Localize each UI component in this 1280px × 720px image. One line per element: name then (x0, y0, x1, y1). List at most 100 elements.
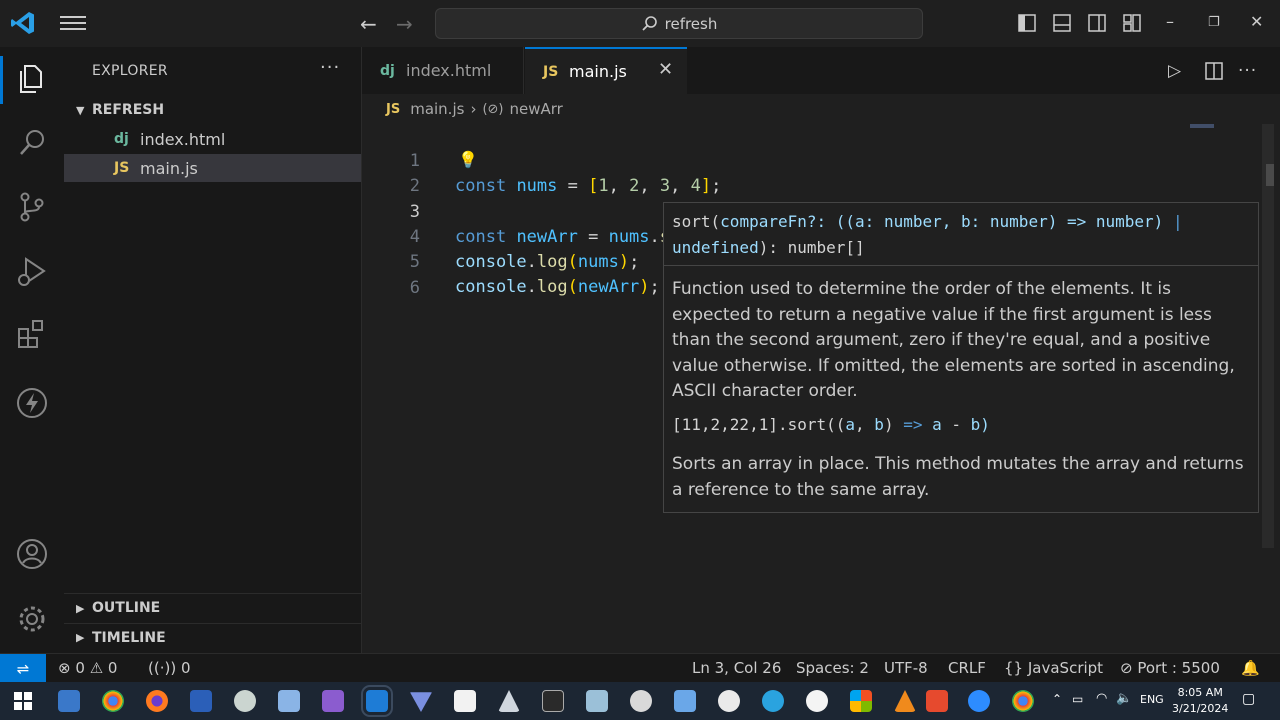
problems-indicator[interactable]: ⊗ 0 ⚠ 0 (58, 659, 117, 677)
vscode-taskbar-icon[interactable] (361, 685, 393, 717)
encoding[interactable]: UTF-8 (884, 659, 928, 677)
chevron-down-icon: ▼ (76, 103, 85, 117)
lightning-icon[interactable] (14, 385, 50, 421)
minimap[interactable] (1190, 124, 1214, 128)
forward-arrow-icon[interactable]: → (396, 12, 413, 36)
extensions-icon[interactable] (14, 317, 50, 353)
notification-center-icon[interactable]: ▢ (1242, 691, 1255, 707)
chrome-icon[interactable] (102, 690, 124, 712)
vertical-scrollbar[interactable] (1262, 124, 1274, 548)
live-server-port[interactable]: ⊘ Port : 5500 (1120, 659, 1220, 677)
app-icon-steering[interactable] (806, 690, 828, 712)
document-icon[interactable] (454, 690, 476, 712)
account-icon[interactable] (14, 536, 50, 572)
editor-tabs: dj index.html JS main.js ✕ ▷ ··· (362, 47, 1280, 94)
title-bar: ← → refresh – ❐ ✕ (0, 0, 1280, 47)
vlc-icon[interactable] (894, 690, 916, 712)
menu-icon[interactable] (60, 12, 86, 34)
windows-start-icon[interactable] (12, 690, 34, 712)
scrollbar-thumb[interactable] (1266, 164, 1274, 186)
folder-label: REFRESH (92, 102, 165, 118)
file-index-html[interactable]: dj index.html (64, 125, 361, 153)
wifi-icon[interactable]: ◠ (1096, 691, 1107, 706)
visual-studio-icon[interactable] (322, 690, 344, 712)
command-center-search[interactable]: refresh (435, 8, 923, 39)
search-text: refresh (664, 14, 718, 33)
django-file-icon: dj (114, 131, 129, 147)
settings-gear-icon[interactable] (14, 601, 50, 637)
indentation[interactable]: Spaces: 2 (796, 659, 869, 677)
language-mode[interactable]: {} JavaScript (1004, 659, 1103, 677)
github-icon[interactable] (718, 690, 740, 712)
chrome-profile-icon[interactable] (1012, 690, 1034, 712)
app-icon-notes[interactable] (586, 690, 608, 712)
variable-symbol-icon: (⊘) (482, 101, 504, 117)
file-label: main.js (140, 158, 198, 178)
outline-section[interactable]: ▶ OUTLINE (64, 594, 361, 622)
microsoft-icon[interactable] (850, 690, 872, 712)
run-debug-icon[interactable] (14, 253, 50, 289)
close-icon[interactable]: ✕ (1250, 12, 1263, 31)
firefox-icon[interactable] (146, 690, 168, 712)
line-ending[interactable]: CRLF (948, 659, 986, 677)
restore-icon[interactable]: ❐ (1208, 15, 1220, 30)
more-actions-icon[interactable]: ··· (320, 57, 340, 78)
folder-refresh[interactable]: ▼ REFRESH (64, 96, 361, 124)
toggle-panel-icon[interactable] (1052, 13, 1072, 33)
braces-icon: {} (1004, 659, 1024, 677)
search-icon[interactable] (14, 125, 50, 161)
breadcrumb-file[interactable]: main.js (410, 100, 464, 118)
toggle-sidebar-icon[interactable] (1017, 13, 1037, 33)
file-app-icon[interactable] (278, 690, 300, 712)
broadcast-icon: ((·)) (148, 659, 177, 677)
app-icon-vite[interactable] (410, 692, 432, 712)
run-file-icon[interactable]: ▷ (1168, 61, 1181, 81)
doc-text: Function used to determine the order of … (672, 279, 1235, 401)
terminal-icon[interactable] (542, 690, 564, 712)
file-main-js[interactable]: JS main.js (64, 154, 361, 182)
explorer-icon[interactable] (14, 61, 50, 97)
source-control-icon[interactable] (14, 189, 50, 225)
lightbulb-icon[interactable]: 💡 (458, 150, 478, 169)
customize-layout-icon[interactable] (1122, 13, 1142, 33)
remote-indicator-icon[interactable]: ⇌ (0, 654, 46, 683)
split-editor-icon[interactable] (1205, 62, 1223, 80)
minimize-icon[interactable]: – (1166, 12, 1174, 31)
cursor-position[interactable]: Ln 3, Col 26 (692, 659, 781, 677)
js-file-icon: JS (114, 160, 130, 176)
ports-count: 0 (180, 659, 191, 677)
telegram-icon[interactable] (762, 690, 784, 712)
notifications-bell-icon[interactable]: 🔔 (1241, 659, 1260, 677)
toggle-secondary-sidebar-icon[interactable] (1087, 13, 1107, 33)
ports-indicator[interactable]: ((·)) 0 (148, 659, 191, 677)
app-icon-tool[interactable] (234, 690, 256, 712)
language-indicator[interactable]: ENG (1140, 693, 1164, 706)
clock[interactable]: 8:05 AM 3/21/2024 (1172, 685, 1228, 717)
close-tab-icon[interactable]: ✕ (658, 59, 673, 80)
zoom-icon[interactable] (968, 690, 990, 712)
battery-icon[interactable]: ▭ (1072, 692, 1083, 706)
volume-icon[interactable]: 🔈 (1116, 691, 1132, 706)
back-arrow-icon[interactable]: ← (360, 12, 377, 36)
chevron-right-icon: ▶ (76, 631, 85, 644)
file-label: index.html (140, 129, 226, 149)
app-icon-p[interactable] (926, 690, 948, 712)
no-entry-icon: ⊘ (1120, 659, 1133, 677)
unity-icon[interactable] (498, 690, 520, 712)
more-actions-icon[interactable]: ··· (1238, 61, 1257, 81)
word-icon[interactable] (190, 690, 212, 712)
timeline-section[interactable]: ▶ TIMELINE (64, 623, 361, 651)
app-icon-paint[interactable] (630, 690, 652, 712)
explorer-sidebar: EXPLORER ··· ▼ REFRESH dj index.html JS … (64, 47, 362, 653)
app-icon-university[interactable] (58, 690, 80, 712)
code-line: 3 const newArr = nums.sort() (362, 175, 723, 248)
tray-chevron-icon[interactable]: ⌃ (1052, 692, 1062, 706)
app-icon-network[interactable] (674, 690, 696, 712)
js-file-icon: JS (543, 63, 559, 80)
tab-label: main.js (569, 62, 627, 81)
signature-help-popup: sort(compareFn?: ((a: number, b: number)… (663, 202, 1259, 513)
tab-index-html[interactable]: dj index.html (362, 47, 524, 94)
error-count: 0 (75, 659, 85, 677)
breadcrumb-symbol[interactable]: newArr (509, 100, 562, 118)
vscode-logo-icon[interactable] (10, 10, 36, 36)
